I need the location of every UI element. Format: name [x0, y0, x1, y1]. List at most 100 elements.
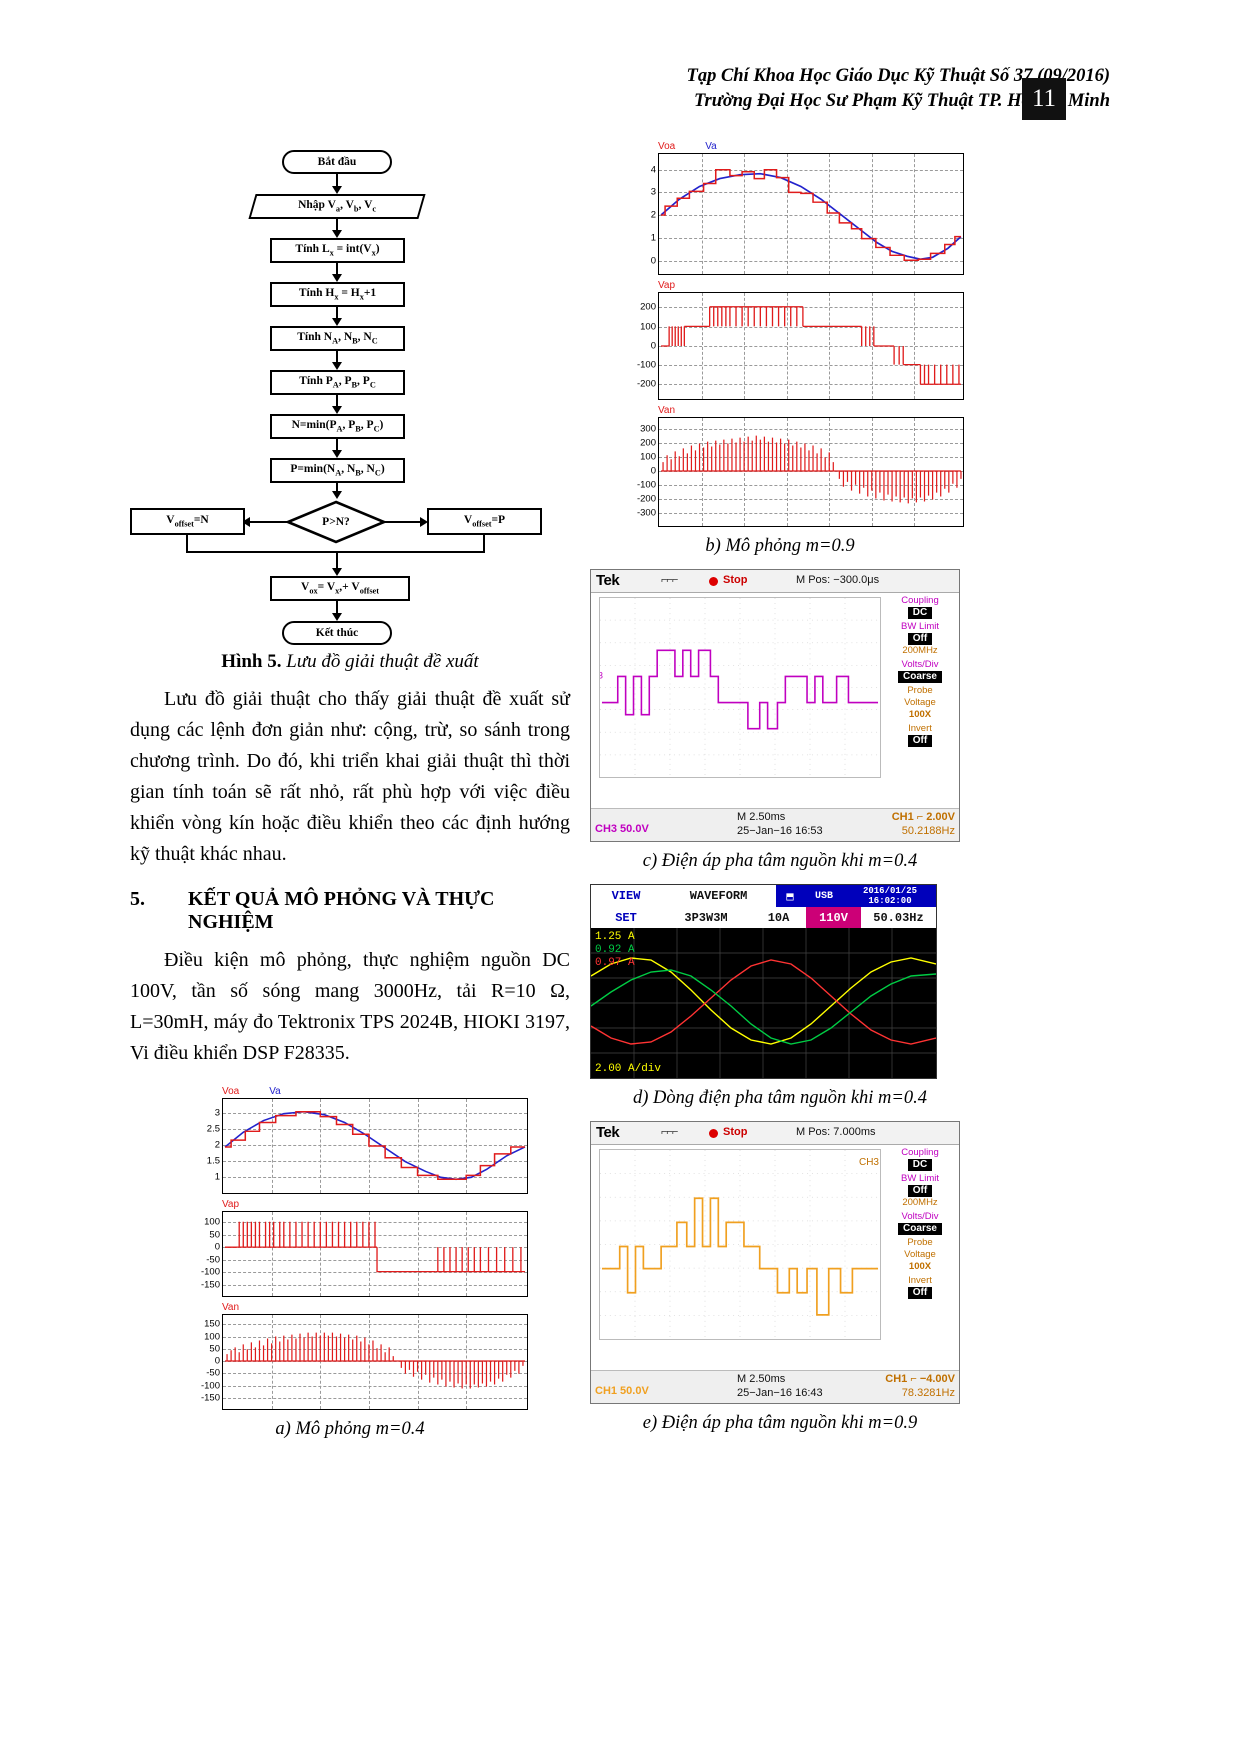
figure-b: Voa Va 43 21 0 Vap 200 100 0 -100 -200 V… [590, 140, 970, 557]
figure-c-caption: c) Điện áp pha tâm nguồn khi m=0.4 [642, 851, 918, 871]
right-column: Voa Va 43 21 0 Vap 200 100 0 -100 -200 V… [590, 140, 970, 1434]
hioki-scale-label: 2.00 A/div [595, 1063, 662, 1075]
flow-connector [384, 521, 424, 524]
left-column: Bắt đầu Nhập Va, Vb, Vc Tính Lx = int(Vx… [130, 140, 570, 1440]
scope-c-run-state: Stop [723, 574, 748, 586]
menu-item-coupling[interactable]: Coupling DC [883, 595, 957, 619]
flow-node-decision-label: P>N? [322, 516, 350, 528]
figure-b-legend-2: Vap [658, 280, 676, 291]
figure-b-legend-3: Van [658, 405, 676, 416]
scope-e-datetime: 25−Jan−16 16:43 [737, 1387, 823, 1399]
figure-a-panel-3: 150 100 50 0 -50 -100 -150 [201, 1314, 528, 1410]
hioki-voltage-range[interactable]: 110V [806, 907, 861, 928]
hioki-waveform-label[interactable]: WAVEFORM [661, 885, 776, 907]
figure-d: VIEW WAVEFORM ⬒ USB 2016/01/25 16:02:00 … [590, 884, 970, 1109]
flow-node-calc-n: Tính NA, NB, NC [270, 326, 405, 351]
tek-logo: Tek [596, 1124, 620, 1141]
flow-arrow [332, 406, 342, 414]
hioki-current-range[interactable]: 10A [751, 907, 806, 928]
oscilloscope-e[interactable]: Tek ⌐⌐⌐ Stop M Pos: 7.000ms Coupling DC … [590, 1121, 960, 1404]
scope-c-menu[interactable]: Coupling DC BW Limit Off 200MHz Volts/Di… [883, 595, 957, 806]
scope-e-topbar: Tek ⌐⌐⌐ Stop M Pos: 7.000ms [591, 1122, 959, 1145]
scope-c-m-pos: M Pos: −300.0μs [796, 574, 880, 586]
scope-e-channel-marker: CH3 [858, 1157, 879, 1168]
figure-caption-label: Hình 5. [221, 651, 282, 672]
flow-arrow [332, 186, 342, 194]
menu-item-probe[interactable]: Probe Voltage 100X [883, 685, 957, 721]
menu-item-coupling[interactable]: Coupling DC [883, 1147, 957, 1171]
oscilloscope-c[interactable]: Tek ⌐⌐⌐ Stop M Pos: −300.0μs Coupling DC… [590, 569, 960, 842]
figure-a-legend-3: Van [222, 1302, 240, 1313]
hioki-set-label[interactable]: SET [591, 907, 661, 928]
scope-e-frequency: 78.3281Hz [901, 1387, 955, 1399]
usb-icon: ⬒ [776, 885, 804, 907]
figure-e-caption: e) Điện áp pha tâm nguồn khi m=0.9 [642, 1413, 918, 1433]
scope-c-body: 3 Coupling DC BW Limit Off 200MHz [591, 593, 959, 808]
flowchart-hinh-5: Bắt đầu Nhập Va, Vb, Vc Tính Lx = int(Vx… [130, 140, 570, 645]
flow-arrow [332, 450, 342, 458]
scope-e-run-state: Stop [723, 1126, 748, 1138]
power-analyzer-d[interactable]: VIEW WAVEFORM ⬒ USB 2016/01/25 16:02:00 … [590, 884, 937, 1079]
figure-b-legend-1: Voa Va [658, 141, 717, 152]
figure-a-panel-1: 3 2.5 2 1.5 1 [207, 1098, 528, 1194]
scope-c-topbar: Tek ⌐⌐⌐ Stop M Pos: −300.0μs [591, 570, 959, 593]
svg-text:3: 3 [600, 670, 603, 680]
scope-c-trigger-level: CH1 ⌐ 2.00V [891, 811, 955, 823]
section-heading-5: 5. KẾT QUẢ MÔ PHỎNG VÀ THỰC NGHIỆM [130, 888, 570, 934]
flow-node-voffset-n: Voffset=N [130, 508, 245, 535]
flow-node-start: Bắt đầu [282, 150, 392, 174]
scope-c-bottombar: CH3 50.0V M 2.50ms 25−Jan−16 16:53 CH1 ⌐… [591, 808, 959, 841]
figure-a: Voa Va 3 2.5 2 1.5 1 Vap 100 50 0 -50 -1… [130, 1085, 570, 1440]
scope-e-graticule [599, 1149, 881, 1340]
figure-b-panel-1: 43 21 0 [651, 153, 964, 275]
scope-c-timebase: M 2.50ms [737, 811, 786, 823]
scope-c-frequency: 50.2188Hz [901, 825, 955, 837]
figure-d-caption: d) Dòng điện pha tâm nguồn khi m=0.4 [632, 1088, 928, 1108]
trigger-icon: ⌐⌐⌐ [661, 1126, 678, 1138]
figure-a-caption: a) Mô phỏng m=0.4 [275, 1419, 425, 1439]
menu-item-volts-div[interactable]: Volts/Div Coarse [883, 1211, 957, 1235]
flow-node-calc-lx: Tính Lx = int(Vx) [270, 238, 405, 263]
scope-e-timebase: M 2.50ms [737, 1373, 786, 1385]
figure-caption-hinh5: Hình 5. Lưu đồ giải thuật đề xuất [130, 651, 570, 673]
flow-node-decision: P>N? [286, 500, 386, 544]
section-title: KẾT QUẢ MÔ PHỎNG VÀ THỰC NGHIỆM [188, 888, 495, 933]
hioki-readings: 1.25 A 0.92 A 0.97 A [595, 931, 635, 969]
scope-e-m-pos: M Pos: 7.000ms [796, 1126, 876, 1138]
figure-a-legend-2: Vap [222, 1199, 240, 1210]
flow-arrow [332, 362, 342, 370]
menu-item-invert[interactable]: Invert Off [883, 723, 957, 747]
page-number-badge: 11 [1022, 78, 1066, 120]
figure-b-plots: Voa Va 43 21 0 Vap 200 100 0 -100 -200 V… [624, 140, 964, 527]
section-number: 5. [130, 888, 145, 910]
figure-b-panel-2: 200 100 0 -100 -200 [637, 292, 964, 400]
tek-logo: Tek [596, 572, 620, 589]
paragraph-2: Điều kiện mô phỏng, thực nghiệm nguồn DC… [130, 949, 570, 1064]
scope-e-bottombar: CH1 50.0V M 2.50ms 25−Jan−16 16:43 CH1 ⌐… [591, 1370, 959, 1403]
hioki-waveform-screen: 1.25 A 0.92 A 0.97 A 2.00 A/div [591, 928, 936, 1078]
flow-connector [248, 521, 288, 524]
hioki-datetime: 2016/01/25 16:02:00 [844, 885, 936, 907]
flow-arrow [332, 613, 342, 621]
menu-item-volts-div[interactable]: Volts/Div Coarse [883, 659, 957, 683]
flow-arrow [332, 491, 342, 499]
menu-item-probe[interactable]: Probe Voltage 100X [883, 1237, 957, 1273]
figure-a-plots: Voa Va 3 2.5 2 1.5 1 Vap 100 50 0 -50 -1… [188, 1085, 528, 1410]
menu-item-bw-limit[interactable]: BW Limit Off 200MHz [883, 621, 957, 657]
flow-node-voffset-p: Voffset=P [427, 508, 542, 535]
hioki-view-label[interactable]: VIEW [591, 885, 661, 907]
figure-a-legend-1: Voa Va [222, 1086, 281, 1097]
figure-caption-text: Lưu đồ giải thuật đề xuất [286, 651, 479, 672]
menu-item-bw-limit[interactable]: BW Limit Off 200MHz [883, 1173, 957, 1209]
flow-node-input: Nhập Va, Vb, Vc [248, 194, 426, 219]
trigger-icon: ⌐⌐⌐ [661, 574, 678, 586]
stop-indicator-icon [709, 577, 718, 586]
scope-e-ch1-scale: CH1 50.0V [595, 1385, 649, 1397]
menu-item-invert[interactable]: Invert Off [883, 1275, 957, 1299]
figure-c: Tek ⌐⌐⌐ Stop M Pos: −300.0μs Coupling DC… [590, 569, 970, 872]
hioki-wiring[interactable]: 3P3W3M [661, 907, 751, 928]
hioki-row-1: VIEW WAVEFORM ⬒ USB 2016/01/25 16:02:00 [591, 885, 936, 907]
flow-arrow [332, 230, 342, 238]
flow-node-n-min: N=min(PA, PB, PC) [270, 414, 405, 439]
scope-e-menu[interactable]: Coupling DC BW Limit Off 200MHz Volts/Di… [883, 1147, 957, 1368]
